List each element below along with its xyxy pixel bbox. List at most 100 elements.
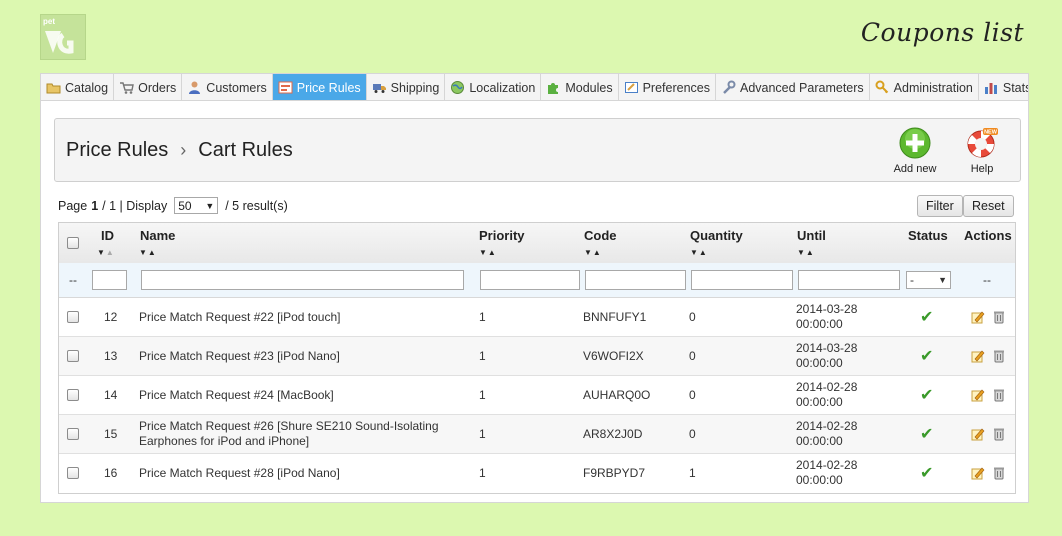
priority-filter-input[interactable] bbox=[480, 270, 580, 290]
delete-icon[interactable] bbox=[992, 466, 1006, 480]
row-id: 15 bbox=[104, 427, 118, 441]
add-new-label: Add new bbox=[893, 163, 937, 175]
status-enabled-icon[interactable]: ✔ bbox=[920, 307, 933, 327]
page-title: Coupons list bbox=[860, 18, 1024, 47]
until-time: 00:00:00 bbox=[796, 356, 843, 370]
edit-icon[interactable] bbox=[971, 466, 985, 480]
edit-icon[interactable] bbox=[971, 349, 985, 363]
sort-desc-icon[interactable]: ▼ bbox=[97, 248, 106, 257]
row-checkbox[interactable] bbox=[67, 467, 79, 479]
delete-icon[interactable] bbox=[992, 388, 1006, 402]
sort-asc-icon[interactable]: ▲ bbox=[148, 248, 157, 257]
sort-asc-icon[interactable]: ▲ bbox=[699, 248, 708, 257]
filter-button[interactable]: Filter bbox=[917, 195, 963, 217]
reset-button[interactable]: Reset bbox=[963, 195, 1014, 217]
sort-asc-icon[interactable]: ▲ bbox=[806, 248, 815, 257]
sort-desc-icon[interactable]: ▼ bbox=[690, 248, 699, 257]
select-all-checkbox[interactable] bbox=[67, 237, 79, 249]
tab-label: Modules bbox=[565, 80, 613, 95]
status-enabled-icon[interactable]: ✔ bbox=[920, 346, 933, 366]
sort-arrows-code[interactable]: ▼▲ bbox=[584, 248, 602, 257]
sort-arrows-id[interactable]: ▼▲ bbox=[97, 248, 115, 257]
tab-catalog[interactable]: Catalog bbox=[41, 74, 115, 101]
sort-arrows-until[interactable]: ▼▲ bbox=[797, 248, 815, 257]
per-page-select[interactable]: 50 ▼ bbox=[174, 197, 219, 214]
edit-icon[interactable] bbox=[971, 427, 985, 441]
sort-arrows-priority[interactable]: ▼▲ bbox=[479, 248, 497, 257]
sort-desc-icon[interactable]: ▼ bbox=[584, 248, 593, 257]
breadcrumb: Price Rules › Cart Rules bbox=[66, 139, 293, 162]
delete-icon[interactable] bbox=[992, 427, 1006, 441]
tab-customers[interactable]: Customers bbox=[182, 74, 273, 101]
code-filter-input[interactable] bbox=[585, 270, 686, 290]
status-enabled-icon[interactable]: ✔ bbox=[920, 385, 933, 405]
add-new-button[interactable]: Add new bbox=[885, 127, 945, 175]
id-filter-input[interactable] bbox=[92, 270, 127, 290]
folder-icon bbox=[46, 80, 61, 95]
quantity-filter-input[interactable] bbox=[691, 270, 793, 290]
row-id: 12 bbox=[104, 310, 118, 324]
lifebuoy-icon: NEW bbox=[965, 127, 999, 162]
row-checkbox[interactable] bbox=[67, 428, 79, 440]
row-checkbox[interactable] bbox=[67, 389, 79, 401]
tab-label: Shipping bbox=[390, 80, 440, 95]
wrench-icon bbox=[721, 80, 736, 95]
sort-arrows-quantity[interactable]: ▼▲ bbox=[690, 248, 708, 257]
row-id: 16 bbox=[104, 466, 118, 480]
tab-price-rules[interactable]: Price Rules bbox=[272, 74, 367, 101]
row-quantity: 0 bbox=[689, 349, 696, 363]
tab-localization[interactable]: Localization bbox=[445, 74, 542, 101]
actions-filter-placeholder: -- bbox=[983, 273, 991, 287]
sort-desc-icon[interactable]: ▼ bbox=[139, 248, 148, 257]
row-checkbox[interactable] bbox=[67, 311, 79, 323]
sort-asc-icon[interactable]: ▲ bbox=[488, 248, 497, 257]
tab-label: Catalog bbox=[65, 80, 109, 95]
sort-desc-icon[interactable]: ▼ bbox=[797, 248, 806, 257]
tab-preferences[interactable]: Preferences bbox=[619, 74, 716, 101]
until-filter-input[interactable] bbox=[798, 270, 900, 290]
column-header-id: ID bbox=[101, 228, 114, 243]
row-name: Price Match Request #24 [MacBook] bbox=[139, 388, 334, 402]
tab-administration[interactable]: Administration bbox=[870, 74, 979, 101]
breadcrumb-separator: › bbox=[180, 140, 187, 160]
tab-advanced-parameters[interactable]: Advanced Parameters bbox=[716, 74, 870, 101]
globe-icon bbox=[450, 80, 465, 95]
table-row[interactable]: 16 Price Match Request #28 [iPod Nano] 1… bbox=[59, 454, 1015, 492]
status-enabled-icon[interactable]: ✔ bbox=[920, 424, 933, 444]
tab-label: Preferences bbox=[642, 80, 710, 95]
delete-icon[interactable] bbox=[992, 310, 1006, 324]
sort-asc-icon[interactable]: ▲ bbox=[593, 248, 602, 257]
tab-shipping[interactable]: Shipping bbox=[367, 74, 446, 101]
logo: pet bbox=[40, 14, 86, 60]
row-until: 2014-03-28 00:00:00 bbox=[796, 341, 857, 371]
tab-modules[interactable]: Modules bbox=[541, 74, 619, 101]
tab-stats[interactable]: Stats bbox=[979, 74, 1028, 101]
sort-desc-icon[interactable]: ▼ bbox=[479, 248, 488, 257]
status-filter-select[interactable]: - ▼ bbox=[906, 271, 951, 289]
help-button[interactable]: NEW Help bbox=[952, 127, 1012, 175]
row-code: V6WOFI2X bbox=[583, 349, 644, 363]
tab-label: Administration bbox=[893, 80, 973, 95]
table-row[interactable]: 13 Price Match Request #23 [iPod Nano] 1… bbox=[59, 337, 1015, 376]
tab-orders[interactable]: Orders bbox=[114, 74, 183, 101]
edit-icon[interactable] bbox=[971, 310, 985, 324]
table-row[interactable]: 14 Price Match Request #24 [MacBook] 1 A… bbox=[59, 376, 1015, 415]
table-row[interactable]: 12 Price Match Request #22 [iPod touch] … bbox=[59, 298, 1015, 337]
name-filter-input[interactable] bbox=[141, 270, 464, 290]
row-name-line-1: Price Match Request #26 [Shure SE210 Sou… bbox=[139, 419, 439, 433]
table-row[interactable]: 15 Price Match Request #26 [Shure SE210 … bbox=[59, 415, 1015, 454]
help-label: Help bbox=[970, 163, 994, 175]
sort-asc-icon[interactable]: ▲ bbox=[106, 248, 115, 257]
tab-label: Customers bbox=[206, 80, 267, 95]
delete-icon[interactable] bbox=[992, 349, 1006, 363]
edit-icon[interactable] bbox=[971, 388, 985, 402]
until-time: 00:00:00 bbox=[796, 317, 843, 331]
row-id: 14 bbox=[104, 388, 118, 402]
total-pages-display: / 1 | Display bbox=[102, 198, 168, 213]
row-checkbox[interactable] bbox=[67, 350, 79, 362]
status-enabled-icon[interactable]: ✔ bbox=[920, 463, 933, 483]
sort-arrows-name[interactable]: ▼▲ bbox=[139, 248, 157, 257]
until-time: 00:00:00 bbox=[796, 395, 843, 409]
breadcrumb-item-cart-rules: Cart Rules bbox=[198, 139, 293, 161]
breadcrumb-item-price-rules[interactable]: Price Rules bbox=[66, 139, 168, 162]
